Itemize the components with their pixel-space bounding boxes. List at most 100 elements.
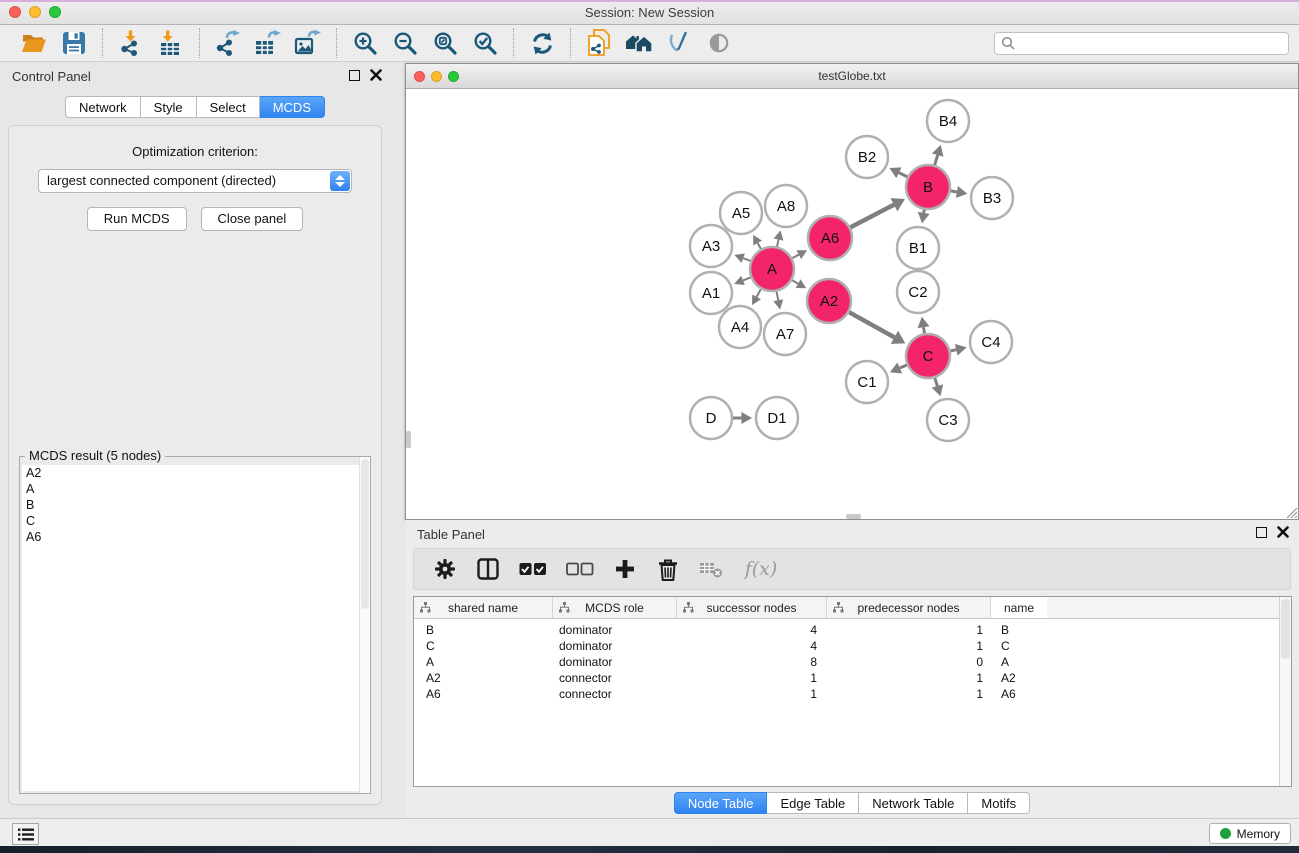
home-neighbors-icon[interactable] [624,28,654,58]
graph-node-B[interactable]: B [906,165,950,209]
close-panel-icon[interactable] [370,69,382,81]
graph-node-D1[interactable]: D1 [756,397,798,439]
graph-edge-A-A5[interactable] [753,235,762,249]
tab-network-table[interactable]: Network Table [859,792,968,814]
graph-edge-A-A1[interactable] [734,276,750,285]
graph-edge-A-A4[interactable] [752,289,761,305]
import-network-icon[interactable] [116,28,146,58]
column-header-predecessor-nodes[interactable]: predecessor nodes [827,597,991,618]
graph-edge-A6-B[interactable] [850,198,905,227]
graph-edge-C-C2[interactable] [918,317,930,334]
table-settings-gear-icon[interactable] [432,556,458,582]
result-scrollbar[interactable] [359,457,370,793]
graph-node-D[interactable]: D [690,397,732,439]
graph-edge-C-C1[interactable] [890,363,907,374]
minimize-network-window-button[interactable] [431,71,442,82]
graph-node-A3[interactable]: A3 [690,225,732,267]
graph-node-A[interactable]: A [750,247,794,291]
graph-edge-A-A7[interactable] [773,292,783,310]
apply-layout-icon[interactable] [527,28,557,58]
graph-edge-A-A3[interactable] [734,253,750,262]
graph-edge-A2-C[interactable] [849,312,905,344]
import-table-icon[interactable] [156,28,186,58]
result-list-item[interactable]: A6 [22,529,368,545]
result-list-item[interactable]: A [22,481,368,497]
task-history-button[interactable] [12,823,39,845]
graph-edge-B-B2[interactable] [889,167,907,178]
float-panel-icon[interactable] [349,70,360,81]
show-hide-eye-icon[interactable] [704,28,734,58]
graph-node-B3[interactable]: B3 [971,177,1013,219]
graph-node-C2[interactable]: C2 [897,271,939,313]
table-row[interactable]: Adominator80A [414,654,1291,670]
search-input[interactable] [1016,34,1288,53]
save-icon[interactable] [59,28,89,58]
zoom-selected-icon[interactable] [470,28,500,58]
graph-node-A6[interactable]: A6 [808,216,852,260]
graph-node-B1[interactable]: B1 [897,227,939,269]
create-column-plus-icon[interactable] [612,556,638,582]
export-image-icon[interactable] [293,28,323,58]
close-network-window-button[interactable] [414,71,425,82]
show-columns-icon[interactable] [475,556,501,582]
function-builder-icon[interactable]: f(x) [741,556,781,582]
duplicate-network-icon[interactable] [584,28,614,58]
graph-node-A4[interactable]: A4 [719,306,761,348]
table-row[interactable]: Bdominator41B [414,622,1291,638]
result-list-item[interactable]: B [22,497,368,513]
deselect-all-icon[interactable] [565,556,595,582]
graph-edge-A-A2[interactable] [792,279,806,288]
close-table-panel-icon[interactable] [1277,526,1289,538]
graph-edge-C-C3[interactable] [932,378,943,396]
graph-node-C3[interactable]: C3 [927,399,969,441]
float-table-panel-icon[interactable] [1256,527,1267,538]
result-list-item[interactable]: A2 [22,465,368,481]
tab-motifs[interactable]: Motifs [968,792,1030,814]
tab-edge-table[interactable]: Edge Table [767,792,859,814]
optimization-criterion-select[interactable]: largest connected component (directed) [38,169,352,193]
graph-node-A1[interactable]: A1 [690,272,732,314]
graph-node-B2[interactable]: B2 [846,136,888,178]
table-row[interactable]: A2connector11A2 [414,670,1291,686]
tab-node-table[interactable]: Node Table [674,792,768,814]
export-table-icon[interactable] [253,28,283,58]
graph-edge-A-A6[interactable] [792,250,807,259]
graph-edge-A-A8[interactable] [774,230,784,246]
zoom-fit-icon[interactable] [430,28,460,58]
graph-node-C4[interactable]: C4 [970,321,1012,363]
graph-node-C[interactable]: C [906,334,950,378]
run-mcds-button[interactable]: Run MCDS [87,207,187,231]
graph-node-A5[interactable]: A5 [720,192,762,234]
graph-node-A2[interactable]: A2 [807,279,851,323]
close-panel-button[interactable]: Close panel [201,207,304,231]
network-canvas[interactable]: AA1A2A3A4A5A6A7A8BB1B2B3B4CC1C2C3C4DD1 [406,89,1298,519]
tab-select[interactable]: Select [197,96,260,118]
zoom-in-icon[interactable] [350,28,380,58]
column-header-name[interactable]: name [991,597,1047,618]
graph-edge-D-D1[interactable] [733,412,752,424]
graph-node-A7[interactable]: A7 [764,313,806,355]
graph-edge-B-B1[interactable] [918,210,930,224]
tab-mcds[interactable]: MCDS [260,96,325,118]
graph-node-C1[interactable]: C1 [846,361,888,403]
table-row[interactable]: A6connector11A6 [414,686,1291,702]
table-scrollbar[interactable] [1279,597,1291,786]
network-vertical-scrollbar[interactable] [406,431,411,448]
column-header-mcds-role[interactable]: MCDS role [553,597,677,618]
open-folder-icon[interactable] [19,28,49,58]
column-header-shared-name[interactable]: shared name [414,597,553,618]
resize-grip-icon[interactable] [1284,505,1297,518]
table-row[interactable]: Cdominator41C [414,638,1291,654]
delete-table-icon[interactable] [698,556,724,582]
network-horizontal-scrollbar[interactable] [846,514,861,519]
export-network-icon[interactable] [213,28,243,58]
memory-button[interactable]: Memory [1209,823,1291,844]
graph-edge-B-B4[interactable] [932,145,943,165]
result-list-item[interactable]: C [22,513,368,529]
tab-style[interactable]: Style [141,96,197,118]
tab-network[interactable]: Network [65,96,141,118]
graph-edge-B-B3[interactable] [951,186,968,198]
zoom-network-window-button[interactable] [448,71,459,82]
graph-node-B4[interactable]: B4 [927,100,969,142]
zoom-out-icon[interactable] [390,28,420,58]
